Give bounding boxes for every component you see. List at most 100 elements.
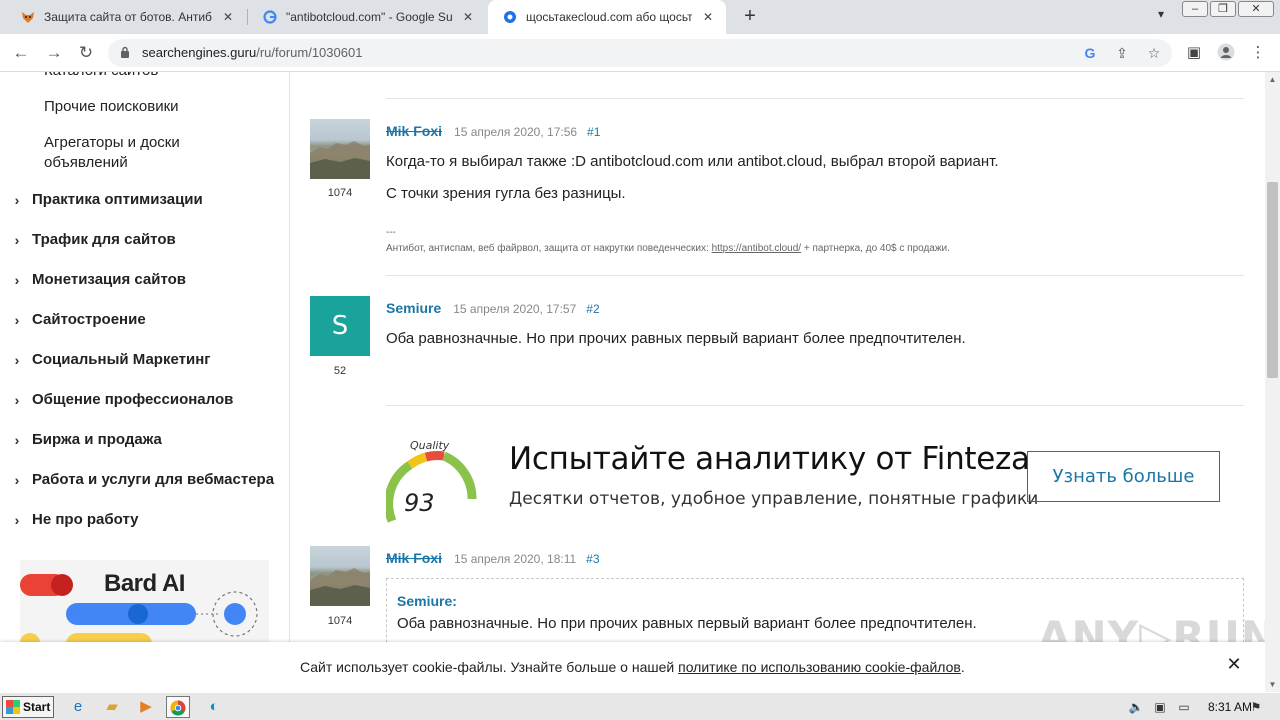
back-arrow-icon[interactable]: ← [9, 41, 33, 65]
post-text-line: Оба равнозначные. Но при прочих равных п… [386, 330, 966, 347]
sidebar-item-exchange[interactable]: › Биржа и продажа [10, 431, 162, 448]
fox-icon [20, 9, 36, 25]
cookie-text-after: . [960, 659, 965, 675]
post-author-link[interactable]: Mik Foxi [386, 123, 442, 139]
url-host: searchengines.guru [142, 45, 257, 60]
url-text[interactable]: searchengines.guru/ru/forum/1030601 [142, 45, 362, 60]
file-explorer-icon[interactable]: ▰ [100, 696, 124, 718]
scrollbar-thumb[interactable] [1267, 182, 1278, 378]
bard-ad-title: Bard AI [104, 570, 185, 597]
volume-icon[interactable]: 🔈 [1128, 699, 1144, 715]
close-tab-icon[interactable]: ✕ [700, 10, 716, 24]
sidebar-item-professionals[interactable]: › Общение профессионалов [10, 391, 234, 408]
internet-explorer-icon[interactable]: e [66, 696, 90, 718]
sidebar-item-label: Социальный Маркетинг [32, 351, 211, 368]
browser-menu-icon[interactable]: ⋮ [1248, 43, 1268, 63]
google-translate-icon[interactable]: G [1080, 43, 1100, 63]
chevron-right-icon: › [14, 311, 20, 328]
chrome-taskbar-icon[interactable] [166, 696, 190, 718]
chevron-right-icon: › [14, 351, 20, 368]
chevron-right-icon: › [14, 231, 20, 248]
taskbar-clock[interactable]: 8:31 AM [1208, 700, 1252, 714]
tab-title: щосьтакеcloud.com або щосьтаке... [526, 10, 692, 24]
sidebar-item-site-building[interactable]: › Сайтостроение [10, 311, 146, 328]
quote-text: Оба равнозначные. Но при прочих равных п… [397, 615, 977, 632]
url-path: /ru/forum/1030601 [256, 45, 363, 60]
post-date: 15 апреля 2020, 17:56 [454, 125, 578, 139]
post-number-link[interactable]: #1 [587, 125, 600, 139]
sidebar-item-label: Трафик для сайтов [32, 231, 176, 248]
sidebar-item-optimization[interactable]: › Практика оптимизации [10, 191, 203, 208]
divider [386, 275, 1244, 276]
sidebar-item-webmaster-jobs[interactable]: › Работа и услуги для вебмастера [10, 471, 274, 488]
network-icon[interactable]: ▣ [1152, 699, 1168, 715]
close-tab-icon[interactable]: ✕ [460, 10, 476, 24]
chevron-right-icon: › [14, 271, 20, 288]
avatar[interactable] [310, 546, 370, 606]
sidebar-subitem-aggregators[interactable]: Агрегаторы и доски объявлений [44, 133, 264, 173]
scroll-down-arrow-icon[interactable]: ▼ [1265, 677, 1280, 692]
forum-thread: 1074 Mik Foxi 15 апреля 2020, 17:56 #1 К… [291, 72, 1265, 692]
side-panel-icon[interactable]: ▣ [1184, 43, 1204, 63]
start-button[interactable]: Start [2, 696, 54, 718]
post-count: 1074 [327, 187, 353, 199]
chevron-right-icon: › [14, 431, 20, 448]
post-number-link[interactable]: #2 [586, 302, 599, 316]
google-icon [262, 9, 278, 25]
sidebar-item-monetization[interactable]: › Монетизация сайтов [10, 271, 186, 288]
sidebar-item-traffic[interactable]: › Трафик для сайтов [10, 231, 176, 248]
tab-active-forum[interactable]: щосьтакеcloud.com або щосьтаке... ✕ [488, 0, 726, 34]
windows-flag-icon [6, 700, 20, 714]
finteza-ad-banner[interactable]: Quality 93 Испытайте аналитику от Fintez… [386, 427, 1244, 527]
post-number-link[interactable]: #3 [586, 552, 599, 566]
tab-antibot[interactable]: Защита сайта от ботов. Антибот, ... ✕ [6, 0, 246, 34]
tab-title: Защита сайта от ботов. Антибот, ... [44, 10, 212, 24]
close-tab-icon[interactable]: ✕ [220, 10, 236, 24]
browser-toolbar: ← → ↻ searchengines.guru/ru/forum/103060… [0, 34, 1280, 72]
sidebar-subitem-other-engines[interactable]: Прочие поисковики [44, 97, 264, 117]
tab-search-chevron-icon[interactable]: ▾ [1152, 7, 1170, 25]
post-header: Mik Foxi 15 апреля 2020, 17:56 #1 [386, 123, 600, 139]
sidebar-item-social-marketing[interactable]: › Социальный Маркетинг [10, 351, 211, 368]
start-label: Start [23, 700, 51, 714]
post-author-link[interactable]: Semiure [386, 300, 441, 316]
media-player-icon[interactable]: ▶ [134, 696, 158, 718]
chevron-right-icon: › [14, 391, 20, 408]
post-date: 15 апреля 2020, 17:57 [453, 302, 577, 316]
post-count: 52 [333, 365, 347, 377]
windows-taskbar: Start e ▰ ▶ ◐ 🔈 ▣ ▭ ⚑ 8:31 AM [0, 692, 1280, 720]
new-tab-button[interactable]: + [738, 5, 762, 29]
profile-avatar-icon[interactable] [1216, 43, 1236, 63]
edge-icon[interactable]: ◐ [202, 696, 226, 718]
learn-more-button[interactable]: Узнать больше [1027, 451, 1220, 502]
cookie-text-before: Сайт использует cookie-файлы. Узнайте бо… [300, 659, 679, 675]
tab-google-search[interactable]: "antibotcloud.com" - Google Suche ✕ [248, 0, 486, 34]
lock-icon[interactable] [120, 46, 130, 58]
address-bar[interactable]: searchengines.guru/ru/forum/1030601 G ⇪ … [108, 39, 1172, 67]
quote-author[interactable]: Semiure: [397, 593, 457, 609]
post-header: Semiure 15 апреля 2020, 17:57 #2 [386, 300, 600, 316]
sidebar-item-offtopic[interactable]: › Не про работу [10, 511, 139, 528]
bookmark-star-icon[interactable]: ☆ [1144, 43, 1164, 63]
ad-headline: Испытайте аналитику от Finteza [509, 441, 1030, 477]
avatar[interactable] [310, 119, 370, 179]
minimize-window-button[interactable]: – [1182, 1, 1208, 17]
system-tray: 🔈 ▣ ▭ ⚑ [1120, 693, 1280, 720]
forward-arrow-icon[interactable]: → [42, 41, 66, 65]
share-icon[interactable]: ⇪ [1112, 43, 1132, 63]
scroll-up-arrow-icon[interactable]: ▲ [1265, 72, 1280, 87]
cookie-policy-link[interactable]: политике по использованию cookie-файлов [678, 659, 961, 675]
restore-window-button[interactable]: ❐ [1210, 1, 1236, 17]
signature-link[interactable]: https://antibot.cloud/ [712, 243, 802, 254]
close-window-button[interactable]: ✕ [1238, 1, 1274, 17]
sidebar-subitem-catalogs[interactable]: Каталоги сайтов [44, 72, 264, 81]
post-date: 15 апреля 2020, 18:11 [454, 552, 577, 566]
reload-icon[interactable]: ↻ [74, 41, 98, 65]
close-cookie-icon[interactable]: ✕ [1224, 654, 1244, 675]
power-icon[interactable]: ▭ [1176, 699, 1192, 715]
avatar[interactable]: S [310, 296, 370, 356]
post-author-link[interactable]: Mik Foxi [386, 550, 442, 566]
post-signature: Антибот, антиспам, веб файрвол, защита о… [386, 243, 950, 254]
page-scrollbar[interactable]: ▲ ▼ [1265, 72, 1280, 692]
post-text-line: С точки зрения гугла без разницы. [386, 185, 626, 202]
